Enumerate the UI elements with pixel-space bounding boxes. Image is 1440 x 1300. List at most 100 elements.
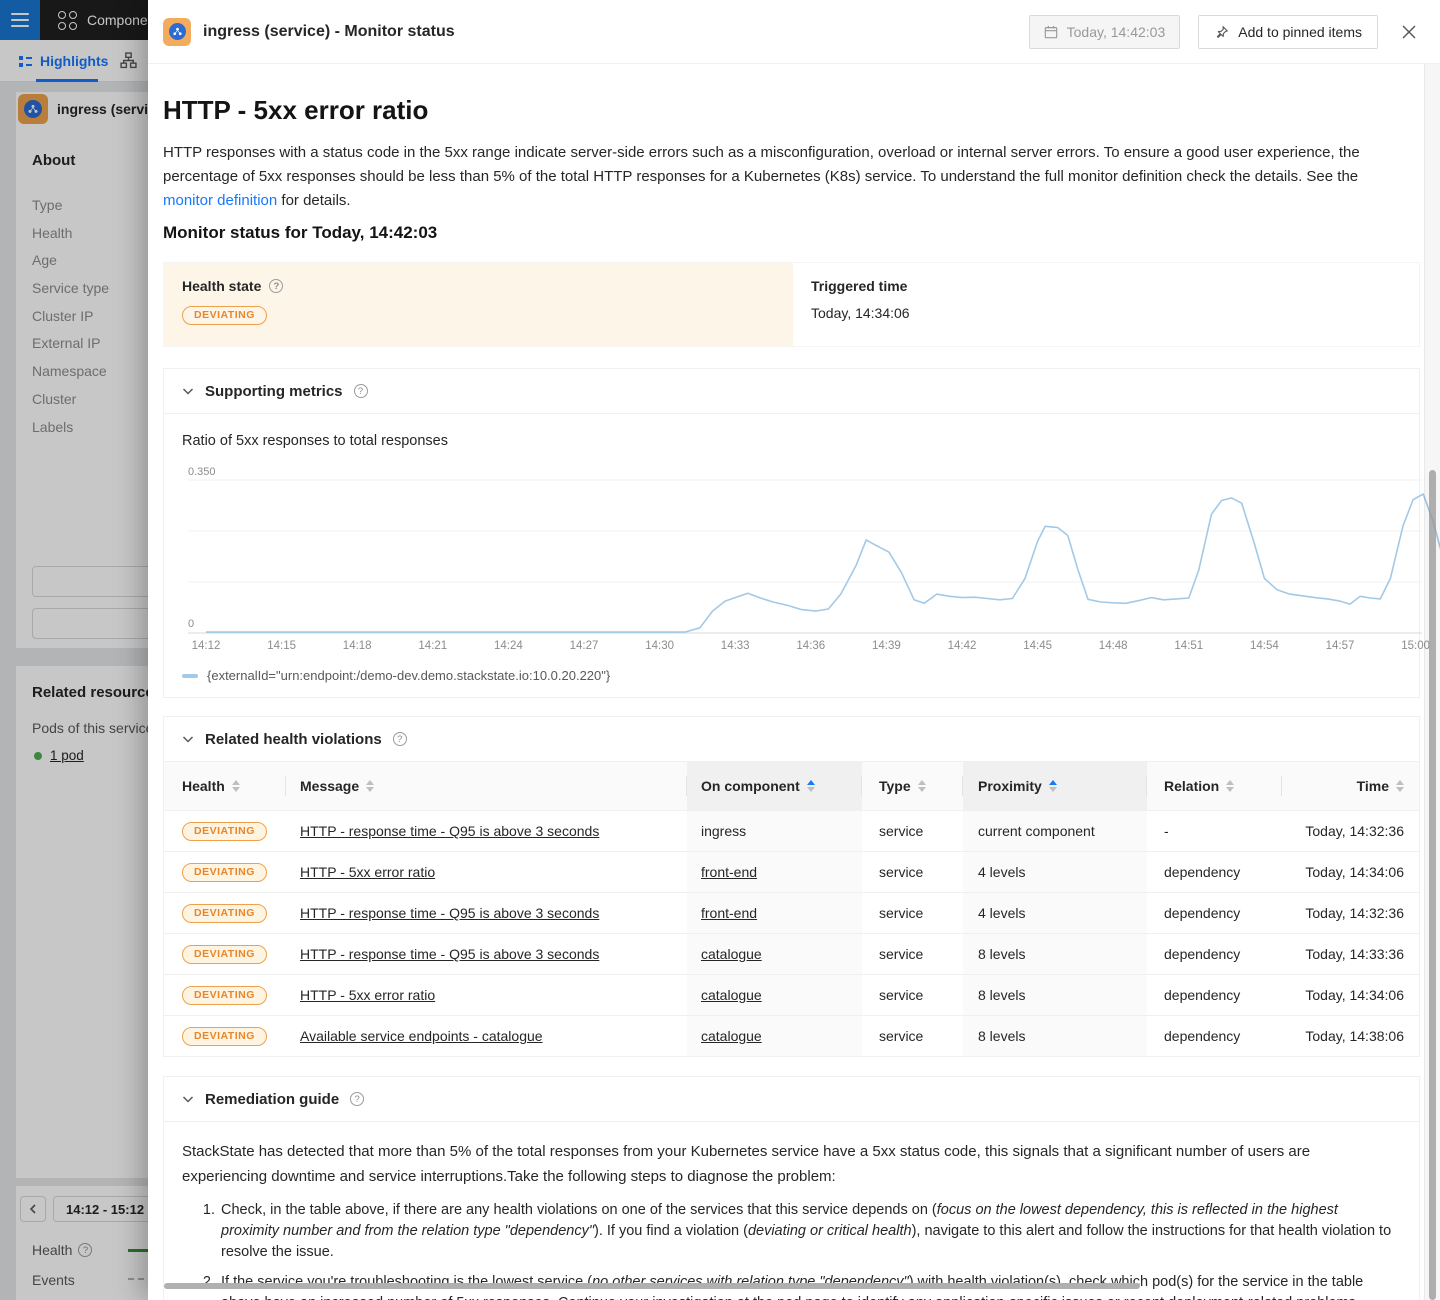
health-state-panel: Health state DEVIATING <box>164 263 793 346</box>
chevron-down-icon[interactable] <box>182 386 194 397</box>
column-header-relation[interactable]: Relation <box>1147 762 1282 810</box>
monitor-definition-link[interactable]: monitor definition <box>163 192 277 209</box>
relation-cell: dependency <box>1147 974 1282 1015</box>
type-cell: service <box>862 1015 963 1056</box>
time-cell: Today, 14:32:36 <box>1282 810 1419 851</box>
component-link[interactable]: catalogue <box>701 946 762 962</box>
column-label: Relation <box>1164 778 1219 794</box>
sort-icon <box>807 780 815 792</box>
message-link[interactable]: Available service endpoints - catalogue <box>300 1028 543 1044</box>
health-cell: DEVIATING <box>164 851 286 892</box>
column-header-proximity[interactable]: Proximity <box>963 762 1147 810</box>
chevron-down-icon[interactable] <box>182 734 194 745</box>
service-icon <box>163 18 191 46</box>
column-header-time[interactable]: Time <box>1282 762 1419 810</box>
remediation-intro: StackState has detected that more than 5… <box>182 1139 1399 1189</box>
table-row: DEVIATINGAvailable service endpoints - c… <box>164 1015 1419 1056</box>
supporting-metrics-header[interactable]: Supporting metrics <box>164 369 1419 414</box>
component-link[interactable]: catalogue <box>701 1028 762 1044</box>
svg-text:14:33: 14:33 <box>721 640 750 652</box>
svg-text:14:57: 14:57 <box>1326 640 1355 652</box>
column-header-message[interactable]: Message <box>286 762 687 810</box>
message-cell: HTTP - response time - Q95 is above 3 se… <box>286 933 687 974</box>
add-to-pinned-button[interactable]: Add to pinned items <box>1198 15 1378 49</box>
type-cell: service <box>862 810 963 851</box>
component-cell: catalogue <box>687 933 862 974</box>
monitor-description: HTTP responses with a status code in the… <box>163 141 1406 213</box>
line-chart[interactable]: 14:1214:1514:1814:2114:2414:2714:3014:33… <box>178 466 1440 656</box>
message-cell: HTTP - 5xx error ratio <box>286 851 687 892</box>
deviating-badge: DEVIATING <box>182 822 267 841</box>
message-link[interactable]: HTTP - response time - Q95 is above 3 se… <box>300 823 599 839</box>
type-cell: service <box>862 851 963 892</box>
question-circle-icon[interactable] <box>354 384 368 398</box>
caret-up-icon <box>366 780 374 785</box>
related-health-violations-section: Related health violations HealthMessageO… <box>163 716 1420 1057</box>
proximity-cell: 8 levels <box>963 1015 1147 1056</box>
pushpin-icon <box>1214 25 1229 40</box>
message-cell: HTTP - response time - Q95 is above 3 se… <box>286 892 687 933</box>
chart-legend: {externalId="urn:endpoint:/demo-dev.demo… <box>182 668 610 683</box>
deviating-badge: DEVIATING <box>182 306 267 325</box>
triggered-time-label: Triggered time <box>811 278 907 294</box>
column-header-type[interactable]: Type <box>862 762 963 810</box>
message-link[interactable]: HTTP - 5xx error ratio <box>300 864 435 880</box>
column-header-health[interactable]: Health <box>164 762 286 810</box>
vertical-scrollbar-thumb[interactable] <box>1429 470 1436 1300</box>
question-circle-icon[interactable] <box>350 1092 364 1106</box>
component-cell: front-end <box>687 892 862 933</box>
proximity-cell: 8 levels <box>963 974 1147 1015</box>
component-link[interactable]: front-end <box>701 864 757 880</box>
supporting-metrics-section: Supporting metrics Ratio of 5xx response… <box>163 368 1420 698</box>
step-text: Check, in the table above, if there are … <box>221 1202 937 1218</box>
caret-down-icon <box>918 787 926 792</box>
message-link[interactable]: HTTP - response time - Q95 is above 3 se… <box>300 905 599 921</box>
deviating-badge: DEVIATING <box>182 945 267 964</box>
monitor-status-modal: ingress (service) - Monitor status Today… <box>148 0 1440 1300</box>
remediation-header[interactable]: Remediation guide <box>164 1077 1419 1122</box>
screen: Component Highlights ingress (service) A… <box>0 0 1440 1300</box>
supporting-metrics-title: Supporting metrics <box>205 383 343 400</box>
svg-text:14:51: 14:51 <box>1174 640 1203 652</box>
horizontal-scrollbar[interactable] <box>164 1283 1140 1289</box>
modal-title: ingress (service) - Monitor status <box>203 23 455 41</box>
proximity-cell: 4 levels <box>963 851 1147 892</box>
date-picker-button[interactable]: Today, 14:42:03 <box>1029 15 1181 49</box>
svg-text:14:21: 14:21 <box>418 640 447 652</box>
caret-down-icon <box>1396 787 1404 792</box>
remediation-step: Check, in the table above, if there are … <box>219 1200 1399 1263</box>
message-link[interactable]: HTTP - response time - Q95 is above 3 se… <box>300 946 599 962</box>
component-link[interactable]: front-end <box>701 905 757 921</box>
pin-button-label: Add to pinned items <box>1238 24 1362 40</box>
close-icon[interactable] <box>1398 21 1420 43</box>
deviating-badge: DEVIATING <box>182 904 267 923</box>
caret-down-icon <box>1049 787 1057 792</box>
calendar-icon <box>1044 25 1058 39</box>
table-row: DEVIATINGHTTP - 5xx error ratiocatalogue… <box>164 974 1419 1015</box>
message-cell: HTTP - 5xx error ratio <box>286 974 687 1015</box>
chevron-down-icon[interactable] <box>182 1094 194 1105</box>
table-row: DEVIATING HTTP - 5xx error ratio front-end… <box>164 851 1419 892</box>
health-state-label: Health state <box>182 278 261 294</box>
svg-text:14:24: 14:24 <box>494 640 523 652</box>
description-text: HTTP responses with a status code in the… <box>163 144 1360 185</box>
type-cell: service <box>862 892 963 933</box>
sort-icon <box>232 780 240 792</box>
svg-text:14:12: 14:12 <box>192 640 221 652</box>
violations-table: HealthMessageOn componentTypeProximity Re… <box>164 762 1419 1056</box>
caret-down-icon <box>1226 787 1234 792</box>
column-header-on-component[interactable]: On component <box>687 762 862 810</box>
time-cell: Today, 14:33:36 <box>1282 933 1419 974</box>
question-circle-icon[interactable] <box>393 732 407 746</box>
message-link[interactable]: HTTP - 5xx error ratio <box>300 987 435 1003</box>
deviating-badge: DEVIATING <box>182 863 267 882</box>
question-circle-icon[interactable] <box>269 279 283 293</box>
caret-down-icon <box>366 787 374 792</box>
sort-icon <box>366 780 374 792</box>
violations-header-row: HealthMessageOn componentTypeProximity Re… <box>164 762 1419 810</box>
description-text-end: for details. <box>277 192 350 209</box>
violations-header[interactable]: Related health violations <box>164 717 1419 762</box>
component-link[interactable]: catalogue <box>701 987 762 1003</box>
triggered-time-panel: Triggered time Today, 14:34:06 <box>793 263 1419 346</box>
proximity-cell: 4 levels <box>963 892 1147 933</box>
